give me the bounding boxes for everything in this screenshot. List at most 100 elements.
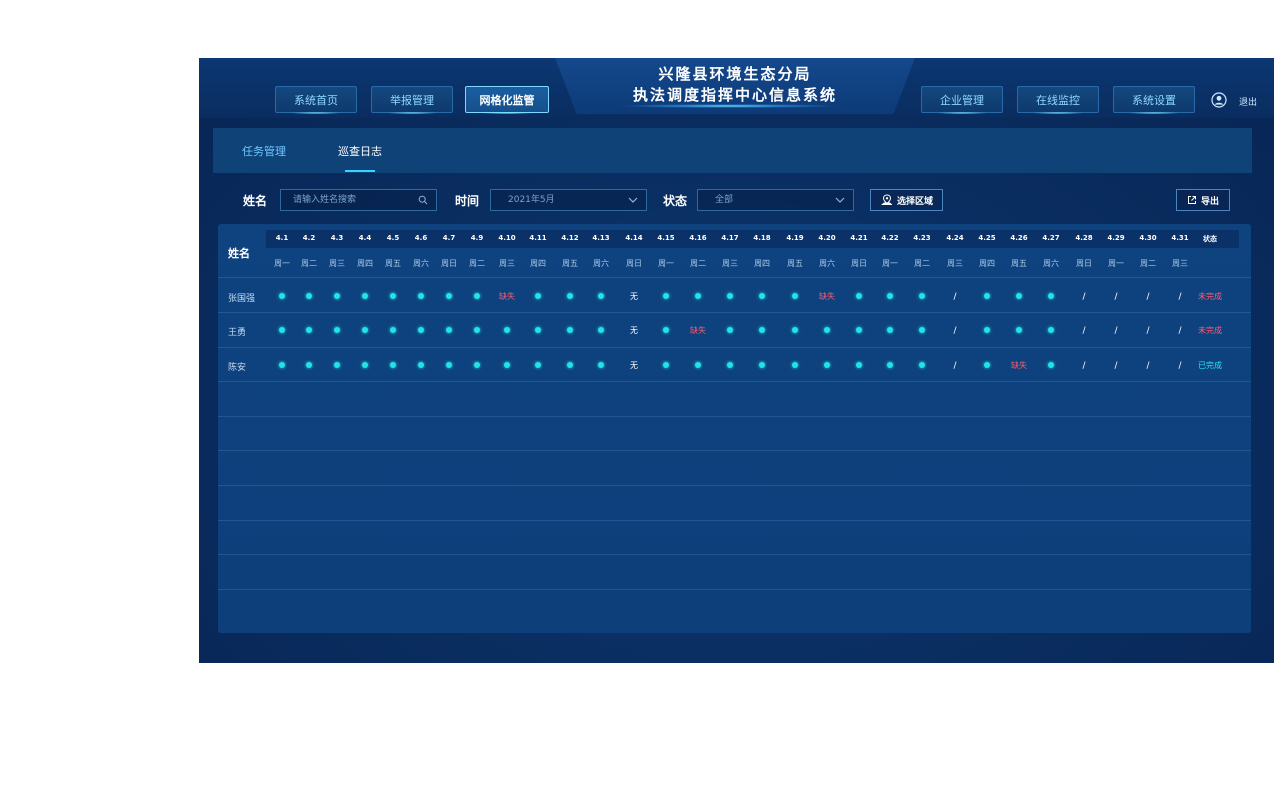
not-applicable-label: / <box>1178 361 1182 371</box>
export-label: 导出 <box>1200 196 1219 207</box>
row-status: 已完成 <box>1190 361 1230 371</box>
checked-dot-icon <box>390 327 396 333</box>
checked-dot-icon <box>279 362 285 368</box>
nav-enterprise-button[interactable]: 企业管理 <box>921 86 1003 114</box>
not-applicable-label: / <box>1114 326 1118 336</box>
status-select[interactable]: 全部 <box>697 189 854 211</box>
missing-label: 缺失 <box>690 326 706 335</box>
checked-dot-icon <box>446 293 452 299</box>
nav-grid-supervision-button[interactable]: 网格化监管 <box>465 86 549 114</box>
row-status: 未完成 <box>1190 292 1230 302</box>
none-label: 无 <box>630 326 638 335</box>
checked-dot-icon <box>390 362 396 368</box>
header: 兴隆县环境生态分局 执法调度指挥中心信息系统 系统首页 举报管理 网格化监管 企… <box>199 58 1274 120</box>
status-column-header: 状态 <box>1203 235 1217 243</box>
checked-dot-icon <box>759 327 765 333</box>
nav-home-button[interactable]: 系统首页 <box>275 86 357 114</box>
row-divider <box>218 485 1251 486</box>
name-filter-label: 姓名 <box>243 194 268 208</box>
checked-dot-icon <box>535 327 541 333</box>
nav-settings-button[interactable]: 系统设置 <box>1113 86 1195 114</box>
checked-dot-icon <box>418 293 424 299</box>
row-divider <box>218 416 1251 417</box>
checked-dot-icon <box>598 362 604 368</box>
checked-dot-icon <box>856 362 862 368</box>
none-label: 无 <box>630 361 638 370</box>
checked-dot-icon <box>362 327 368 333</box>
checked-dot-icon <box>474 327 480 333</box>
checked-dot-icon <box>824 362 830 368</box>
status-text: 未完成 <box>1198 326 1222 335</box>
checked-dot-icon <box>919 327 925 333</box>
checked-dot-icon <box>727 327 733 333</box>
tab-bar: 任务管理 巡查日志 <box>213 128 1252 173</box>
not-applicable-label: / <box>1082 361 1086 371</box>
checked-dot-icon <box>984 293 990 299</box>
checked-dot-icon <box>856 293 862 299</box>
checked-dot-icon <box>727 362 733 368</box>
nav-report-button[interactable]: 举报管理 <box>371 86 453 114</box>
checked-dot-icon <box>306 362 312 368</box>
checked-dot-icon <box>1016 293 1022 299</box>
time-select[interactable]: 2021年5月 <box>490 189 647 211</box>
checked-dot-icon <box>887 327 893 333</box>
none-label: 无 <box>630 292 638 301</box>
checked-dot-icon <box>856 327 862 333</box>
checked-dot-icon <box>362 293 368 299</box>
active-tab-indicator <box>345 170 375 172</box>
not-applicable-label: / <box>1114 361 1118 371</box>
checked-dot-icon <box>1048 293 1054 299</box>
row-divider <box>218 381 1251 382</box>
export-button[interactable]: 导出 <box>1176 189 1230 211</box>
checked-dot-icon <box>984 362 990 368</box>
checked-dot-icon <box>759 362 765 368</box>
checked-dot-icon <box>567 362 573 368</box>
logout-button[interactable]: 退出 <box>1239 95 1257 108</box>
checked-dot-icon <box>362 362 368 368</box>
checked-dot-icon <box>474 362 480 368</box>
user-icon[interactable] <box>1211 92 1227 108</box>
checked-dot-icon <box>390 293 396 299</box>
row-divider <box>218 520 1251 521</box>
filter-bar: 姓名 请输入姓名搜索 时间 2021年5月 状态 全部 选择区域 导出 <box>199 186 1274 216</box>
checked-dot-icon <box>598 327 604 333</box>
checked-dot-icon <box>984 327 990 333</box>
search-icon[interactable] <box>418 195 428 205</box>
row-divider <box>218 277 1251 278</box>
checked-dot-icon <box>567 327 573 333</box>
tab-inspection-log[interactable]: 巡查日志 <box>338 143 382 159</box>
row-divider <box>218 554 1251 555</box>
checked-dot-icon <box>418 327 424 333</box>
time-filter-label: 时间 <box>455 194 480 208</box>
checked-dot-icon <box>334 327 340 333</box>
checked-dot-icon <box>792 293 798 299</box>
tab-task-management[interactable]: 任务管理 <box>242 143 286 159</box>
app-window: 兴隆县环境生态分局 执法调度指挥中心信息系统 系统首页 举报管理 网格化监管 企… <box>199 58 1274 663</box>
time-select-value: 2021年5月 <box>508 195 555 205</box>
nav-online-monitor-button[interactable]: 在线监控 <box>1017 86 1099 114</box>
checked-dot-icon <box>919 293 925 299</box>
checked-dot-icon <box>727 293 733 299</box>
not-applicable-label: / <box>1082 326 1086 336</box>
checked-dot-icon <box>446 327 452 333</box>
checked-dot-icon <box>1048 362 1054 368</box>
checked-dot-icon <box>306 327 312 333</box>
map-pin-icon <box>880 194 893 205</box>
checked-dot-icon <box>474 293 480 299</box>
row-name: 张国强 <box>228 294 256 304</box>
chevron-down-icon <box>628 197 638 203</box>
row-divider <box>218 450 1251 451</box>
checked-dot-icon <box>504 327 510 333</box>
row-status: 未完成 <box>1190 326 1230 336</box>
name-search-input[interactable]: 请输入姓名搜索 <box>280 189 437 211</box>
checked-dot-icon <box>663 327 669 333</box>
checked-dot-icon <box>418 362 424 368</box>
status-select-value: 全部 <box>715 195 734 205</box>
system-title-line2: 执法调度指挥中心信息系统 <box>632 86 837 104</box>
row-divider <box>218 347 1251 348</box>
checked-dot-icon <box>663 293 669 299</box>
not-applicable-label: / <box>1178 292 1182 302</box>
select-region-button[interactable]: 选择区域 <box>870 189 943 211</box>
export-icon <box>1187 196 1196 204</box>
checked-dot-icon <box>279 327 285 333</box>
